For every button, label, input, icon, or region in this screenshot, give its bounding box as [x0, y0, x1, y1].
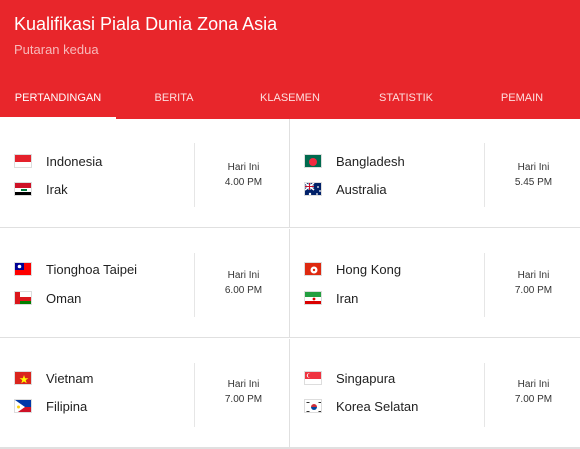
away-team-name: Korea Selatan — [336, 398, 419, 414]
match-card[interactable]: Tionghoa Taipei Oman Hari Ini 6.00 PM — [0, 229, 290, 338]
match-time: 4.00 PM — [224, 177, 263, 188]
away-team: Irak — [14, 179, 68, 199]
match-time: 7.00 PM — [224, 394, 263, 405]
home-team-name: Vietnam — [46, 370, 94, 386]
tab-statistik[interactable]: STATISTIK — [348, 84, 464, 119]
match-card[interactable]: Vietnam Filipina Hari Ini 7.00 PM — [0, 339, 290, 448]
match-grid: Indonesia Irak Hari Ini 4.00 PM Banglade… — [0, 119, 580, 449]
tab-berita[interactable]: BERITA — [116, 84, 232, 119]
page-subtitle: Putaran kedua — [14, 42, 99, 57]
match-time: 7.00 PM — [514, 394, 553, 405]
away-team: Filipina — [14, 396, 87, 416]
divider — [194, 363, 195, 427]
vietnam-flag-icon — [14, 371, 32, 385]
away-team: Oman — [14, 288, 81, 308]
away-team-name: Oman — [46, 290, 82, 306]
home-team-name: Singapura — [336, 370, 396, 386]
tab-pertandingan[interactable]: PERTANDINGAN — [0, 84, 116, 119]
match-day: Hari Ini — [227, 270, 260, 281]
match-card[interactable]: Hong Kong Iran Hari Ini 7.00 PM — [290, 229, 580, 338]
home-team: Indonesia — [14, 151, 102, 171]
divider — [484, 143, 485, 207]
tab-pemain[interactable]: PEMAIN — [464, 84, 580, 119]
match-time: 7.00 PM — [514, 285, 553, 296]
app-header: Kualifikasi Piala Dunia Zona Asia Putara… — [0, 0, 580, 119]
away-team-name: Filipina — [46, 398, 88, 414]
home-team: Vietnam — [14, 368, 93, 388]
match-card[interactable]: Bangladesh Australia Hari Ini 5.45 PM — [290, 119, 580, 228]
south-korea-flag-icon — [304, 399, 322, 413]
match-day: Hari Ini — [227, 162, 260, 173]
home-team: Tionghoa Taipei — [14, 259, 137, 279]
australia-flag-icon — [304, 182, 322, 196]
away-team: Korea Selatan — [304, 396, 418, 416]
divider — [194, 143, 195, 207]
match-day: Hari Ini — [517, 379, 550, 390]
away-team-name: Iran — [336, 290, 359, 306]
page-title: Kualifikasi Piala Dunia Zona Asia — [14, 14, 278, 34]
iran-flag-icon — [304, 291, 322, 305]
philippines-flag-icon — [14, 399, 32, 413]
indonesia-flag-icon — [14, 154, 32, 168]
divider — [484, 253, 485, 317]
home-team-name: Bangladesh — [336, 153, 405, 169]
home-team-name: Hong Kong — [336, 261, 402, 277]
home-team-name: Indonesia — [46, 153, 103, 169]
tab-bar: PERTANDINGAN BERITA KLASEMEN STATISTIK P… — [0, 84, 580, 119]
match-time: 6.00 PM — [224, 285, 263, 296]
bangladesh-flag-icon — [304, 154, 322, 168]
hong-kong-flag-icon — [304, 262, 322, 276]
divider — [484, 363, 485, 427]
match-card[interactable]: Singapura Korea Selatan Hari Ini 7.00 PM — [290, 339, 580, 448]
away-team-name: Australia — [336, 181, 387, 197]
match-day: Hari Ini — [517, 270, 550, 281]
oman-flag-icon — [14, 291, 32, 305]
match-day: Hari Ini — [517, 162, 550, 173]
tab-klasemen[interactable]: KLASEMEN — [232, 84, 348, 119]
chinese-taipei-flag-icon — [14, 262, 32, 276]
home-team-name: Tionghoa Taipei — [46, 261, 138, 277]
match-time: 5.45 PM — [514, 177, 553, 188]
match-card[interactable]: Indonesia Irak Hari Ini 4.00 PM — [0, 119, 290, 228]
away-team: Australia — [304, 179, 387, 199]
away-team-name: Irak — [46, 181, 68, 197]
away-team: Iran — [304, 288, 358, 308]
singapore-flag-icon — [304, 371, 322, 385]
iraq-flag-icon — [14, 182, 32, 196]
home-team: Bangladesh — [304, 151, 405, 171]
divider — [194, 253, 195, 317]
home-team: Hong Kong — [304, 259, 401, 279]
home-team: Singapura — [304, 368, 395, 388]
match-day: Hari Ini — [227, 379, 260, 390]
